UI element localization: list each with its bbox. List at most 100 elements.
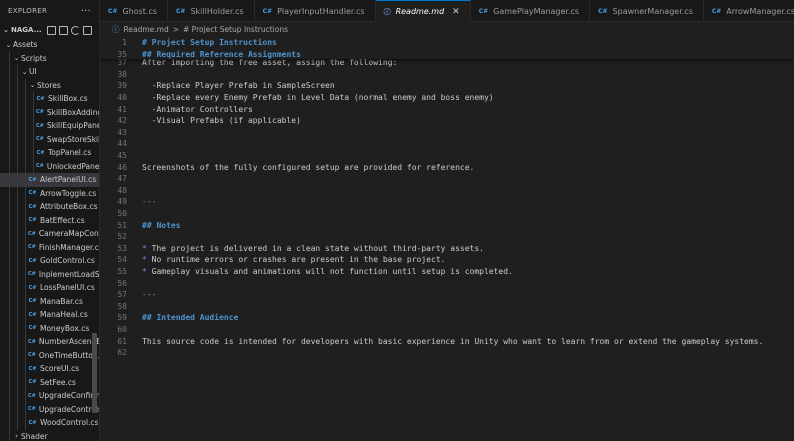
tree-file[interactable]: C#UnlockedPanel.cs: [0, 159, 99, 173]
tree-file[interactable]: C# MoneyBox.cs: [0, 321, 99, 335]
sticky-scroll-header[interactable]: 1 # Project Setup Instructions 35 ## Requir…: [100, 37, 794, 59]
code-line[interactable]: 48: [100, 185, 794, 197]
chevron-down-icon[interactable]: ⌄: [3, 26, 11, 34]
tree-folder[interactable]: ⌄ Scripts: [0, 51, 99, 65]
code-line[interactable]: 44: [100, 138, 794, 150]
code-line[interactable]: 60: [100, 324, 794, 336]
tree-file[interactable]: C# ScoreUI.cs: [0, 362, 99, 376]
code-line[interactable]: 43: [100, 127, 794, 139]
tree-folder[interactable]: ⌄ Assets: [0, 38, 99, 52]
tree-file[interactable]: C# SkillBox.cs: [0, 92, 99, 106]
tree-file[interactable]: C# BatEffect.cs: [0, 213, 99, 227]
tree-file[interactable]: C# AlertPanelUI.cs: [0, 173, 99, 187]
tree-file[interactable]: C#NumberAscendEff...: [0, 335, 99, 349]
close-icon[interactable]: ✕: [452, 7, 460, 17]
tree-file[interactable]: C# ManaHeal.cs: [0, 308, 99, 322]
code-line[interactable]: 50: [100, 208, 794, 220]
indent-guide: [25, 159, 26, 173]
code-line[interactable]: 55 * Gameplay visuals and animations will…: [100, 266, 794, 278]
code-line[interactable]: 54 * No runtime errors or crashes are pre…: [100, 254, 794, 266]
chevron-down-icon[interactable]: ⌄: [20, 68, 29, 76]
tab-spawnermanager-cs[interactable]: C# SpawnerManager.cs: [590, 0, 704, 22]
code-text: ## Required Reference Assignments: [142, 49, 301, 59]
code-line[interactable]: 1 # Project Setup Instructions: [100, 37, 794, 49]
indent-guide: [33, 92, 34, 106]
code-line[interactable]: 42 -Visual Prefabs (if applicable): [100, 115, 794, 127]
sidebar-scrollbar[interactable]: [92, 333, 97, 413]
tree-file[interactable]: C#SwapStoreSkill.cs: [0, 132, 99, 146]
code-line[interactable]: 52: [100, 231, 794, 243]
code-line[interactable]: 57 ---: [100, 289, 794, 301]
code-line[interactable]: 47: [100, 173, 794, 185]
tree-file[interactable]: C#SkillBoxAdding.cs: [0, 105, 99, 119]
refresh-icon[interactable]: [70, 25, 80, 35]
breadcrumb-file[interactable]: Readme.md: [124, 25, 169, 34]
tree-file[interactable]: C#SkillEquipPanel.cs: [0, 119, 99, 133]
code-line[interactable]: 38: [100, 69, 794, 81]
tree-file[interactable]: C# FinishManager.cs: [0, 240, 99, 254]
more-actions-icon[interactable]: ···: [81, 6, 91, 17]
code-line[interactable]: 56: [100, 277, 794, 289]
code-line[interactable]: 49 ---: [100, 196, 794, 208]
tree-folder[interactable]: ⌄ Stores: [0, 78, 99, 92]
new-folder-icon[interactable]: [58, 25, 68, 35]
editor-tabs: C# Ghost.cs C# SkillHolder.cs C# PlayerInputH…: [100, 0, 794, 22]
tree-file[interactable]: C#InplementLoadSc...: [0, 267, 99, 281]
chevron-down-icon[interactable]: ⌄: [4, 41, 13, 49]
code-line[interactable]: 58: [100, 300, 794, 312]
tree-file[interactable]: C# GoldControl.cs: [0, 254, 99, 268]
code-line[interactable]: 45: [100, 150, 794, 162]
code-line[interactable]: 62: [100, 347, 794, 359]
tree-item-label: Assets: [13, 40, 38, 50]
chevron-down-icon[interactable]: ⌄: [12, 54, 21, 62]
indent-guide: [9, 146, 10, 160]
tree-file[interactable]: C# TopPanel.cs: [0, 146, 99, 160]
code-line[interactable]: 59 ## Intended Audience: [100, 312, 794, 324]
line-number: 55: [117, 266, 127, 276]
tab-arrowmanager-cs[interactable]: C# ArrowManager.cs: [704, 0, 794, 22]
indent-guide: [33, 105, 34, 119]
tree-item-label: UI: [29, 67, 37, 77]
code-line[interactable]: 41 -Animator Controllers: [100, 103, 794, 115]
tree-file[interactable]: C# ArrowToggle.cs: [0, 186, 99, 200]
tab-skillholder-cs[interactable]: C# SkillHolder.cs: [168, 0, 255, 22]
indent-guide: [17, 362, 18, 376]
line-number: 47: [117, 174, 127, 184]
tree-file[interactable]: C# ManaBar.cs: [0, 294, 99, 308]
project-folder-header[interactable]: ⌄ NAGA...: [0, 22, 99, 38]
tree-item-label: SwapStoreSkill.cs: [46, 134, 99, 144]
tree-file[interactable]: C# SetFee.cs: [0, 375, 99, 389]
tree-item-label: UpgradeConfirmU...: [38, 391, 99, 401]
chevron-down-icon[interactable]: ⌄: [28, 81, 37, 89]
code-line[interactable]: 53 * The project is delivered in a clean …: [100, 243, 794, 255]
code-lines[interactable]: 37 After importing the free asset, assign…: [100, 57, 794, 358]
tab-ghost-cs[interactable]: C# Ghost.cs: [100, 0, 169, 22]
tree-file[interactable]: C# WoodControl.cs: [0, 416, 99, 430]
indent-guide: [17, 254, 18, 268]
code-line[interactable]: 39 -Replace Player Prefab in SampleScree…: [100, 80, 794, 92]
code-line[interactable]: 61 This source code is intended for devel…: [100, 335, 794, 347]
code-line[interactable]: 35 ## Required Reference Assignments: [100, 49, 794, 61]
tree-folder[interactable]: ⌄ UI: [0, 65, 99, 79]
tab-playerinputhandler-cs[interactable]: C# PlayerInputHandler.cs: [255, 0, 376, 22]
tree-folder[interactable]: › Shader: [0, 429, 99, 441]
tree-file[interactable]: C#UpgradeConfirmU...: [0, 389, 99, 403]
code-editor[interactable]: 37 After importing the free asset, assign…: [100, 37, 794, 441]
tree-file[interactable]: C#OneTimeButton.cs: [0, 348, 99, 362]
tab-readme-md[interactable]: ⓘ Readme.md ✕: [375, 0, 471, 22]
code-line[interactable]: 51 ## Notes: [100, 219, 794, 231]
tree-file[interactable]: C# LossPanelUI.cs: [0, 281, 99, 295]
code-line[interactable]: 46 Screenshots of the fully configured se…: [100, 161, 794, 173]
new-file-icon[interactable]: [46, 25, 56, 35]
tree-file[interactable]: C# AttributeBox.cs: [0, 200, 99, 214]
indent-guide: [17, 159, 18, 173]
indent-guide: [17, 186, 18, 200]
tab-gameplaymanager-cs[interactable]: C# GamePlayManager.cs: [471, 0, 591, 22]
csharp-file-icon: C#: [28, 379, 37, 386]
collapse-all-icon[interactable]: [82, 25, 92, 35]
code-line[interactable]: 40 -Replace every Enemy Prefab in Level …: [100, 92, 794, 104]
chevron-right-icon[interactable]: ›: [12, 432, 21, 440]
tree-file[interactable]: C#CameraMapContr...: [0, 227, 99, 241]
breadcrumb-section[interactable]: # Project Setup Instructions: [183, 25, 288, 34]
tree-file[interactable]: C#UpgradeControls.cs: [0, 402, 99, 416]
